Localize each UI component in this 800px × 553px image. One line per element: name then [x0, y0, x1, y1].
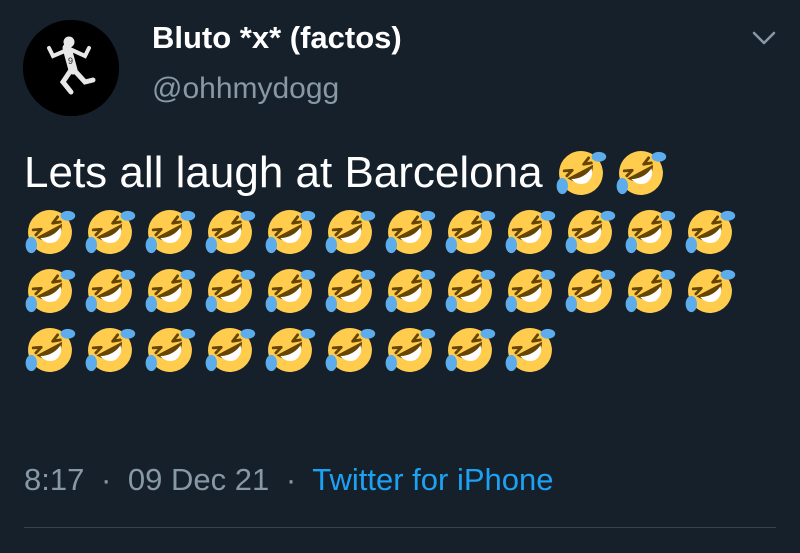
rolling-on-the-floor-laughing-emoji — [624, 265, 676, 317]
author-handle[interactable]: @ohhmydogg — [152, 72, 339, 106]
chevron-down-icon[interactable] — [750, 28, 778, 48]
soccer-player-celebration-avatar: 9 — [23, 20, 119, 116]
rolling-on-the-floor-laughing-emoji — [264, 324, 316, 376]
meta-separator: · — [100, 462, 112, 497]
tweet-time[interactable]: 8:17 — [24, 462, 84, 497]
tweet-text: Lets all laugh at Barcelona — [24, 143, 764, 438]
rolling-on-the-floor-laughing-emoji — [144, 206, 196, 258]
tweet-meta: 8:17 · 09 Dec 21 · Twitter for iPhone — [24, 462, 553, 498]
rolling-on-the-floor-laughing-emoji — [504, 206, 556, 258]
rolling-on-the-floor-laughing-emoji — [264, 206, 316, 258]
svg-text:9: 9 — [68, 56, 73, 66]
rolling-on-the-floor-laughing-emoji — [84, 206, 136, 258]
divider — [24, 527, 776, 528]
author-display-name[interactable]: Bluto *x* (factos) — [152, 20, 402, 56]
rolling-on-the-floor-laughing-emoji — [204, 324, 256, 376]
tweet-date[interactable]: 09 Dec 21 — [128, 462, 269, 497]
tweet-source-link[interactable]: Twitter for iPhone — [312, 462, 553, 497]
rolling-on-the-floor-laughing-emoji — [84, 324, 136, 376]
rolling-on-the-floor-laughing-emoji — [504, 265, 556, 317]
rolling-on-the-floor-laughing-emoji — [204, 206, 256, 258]
rolling-on-the-floor-laughing-emoji — [684, 206, 736, 258]
emoji-row — [24, 320, 764, 379]
rolling-on-the-floor-laughing-emoji — [384, 265, 436, 317]
rolling-on-the-floor-laughing-emoji — [444, 265, 496, 317]
rolling-on-the-floor-laughing-emoji — [684, 265, 736, 317]
rolling-on-the-floor-laughing-emoji — [84, 265, 136, 317]
rolling-on-the-floor-laughing-emoji — [384, 206, 436, 258]
avatar[interactable]: 9 — [23, 20, 119, 116]
rolling-on-the-floor-laughing-emoji — [264, 265, 316, 317]
tweet-text-words: Lets all laugh at Barcelona — [24, 148, 543, 197]
rolling-on-the-floor-laughing-emoji — [564, 206, 616, 258]
meta-separator: · — [285, 462, 297, 497]
rolling-on-the-floor-laughing-emoji — [444, 324, 496, 376]
emoji-row — [24, 379, 764, 438]
rolling-on-the-floor-laughing-emoji — [324, 265, 376, 317]
rolling-on-the-floor-laughing-emoji — [24, 206, 76, 258]
rolling-on-the-floor-laughing-emoji — [624, 206, 676, 258]
emoji-row — [24, 202, 764, 261]
rolling-on-the-floor-laughing-emoji — [564, 265, 616, 317]
rolling-on-the-floor-laughing-emoji — [504, 324, 556, 376]
rolling-on-the-floor-laughing-emoji — [324, 324, 376, 376]
rolling-on-the-floor-laughing-emoji — [615, 147, 667, 199]
emoji-row — [24, 261, 764, 320]
rolling-on-the-floor-laughing-emoji — [24, 324, 76, 376]
rolling-on-the-floor-laughing-emoji — [24, 265, 76, 317]
rolling-on-the-floor-laughing-emoji — [555, 147, 607, 199]
rolling-on-the-floor-laughing-emoji — [144, 324, 196, 376]
rolling-on-the-floor-laughing-emoji — [324, 206, 376, 258]
tweet-text-line: Lets all laugh at Barcelona — [24, 143, 764, 202]
rolling-on-the-floor-laughing-emoji — [384, 324, 436, 376]
rolling-on-the-floor-laughing-emoji — [144, 265, 196, 317]
rolling-on-the-floor-laughing-emoji — [204, 265, 256, 317]
rolling-on-the-floor-laughing-emoji — [444, 206, 496, 258]
